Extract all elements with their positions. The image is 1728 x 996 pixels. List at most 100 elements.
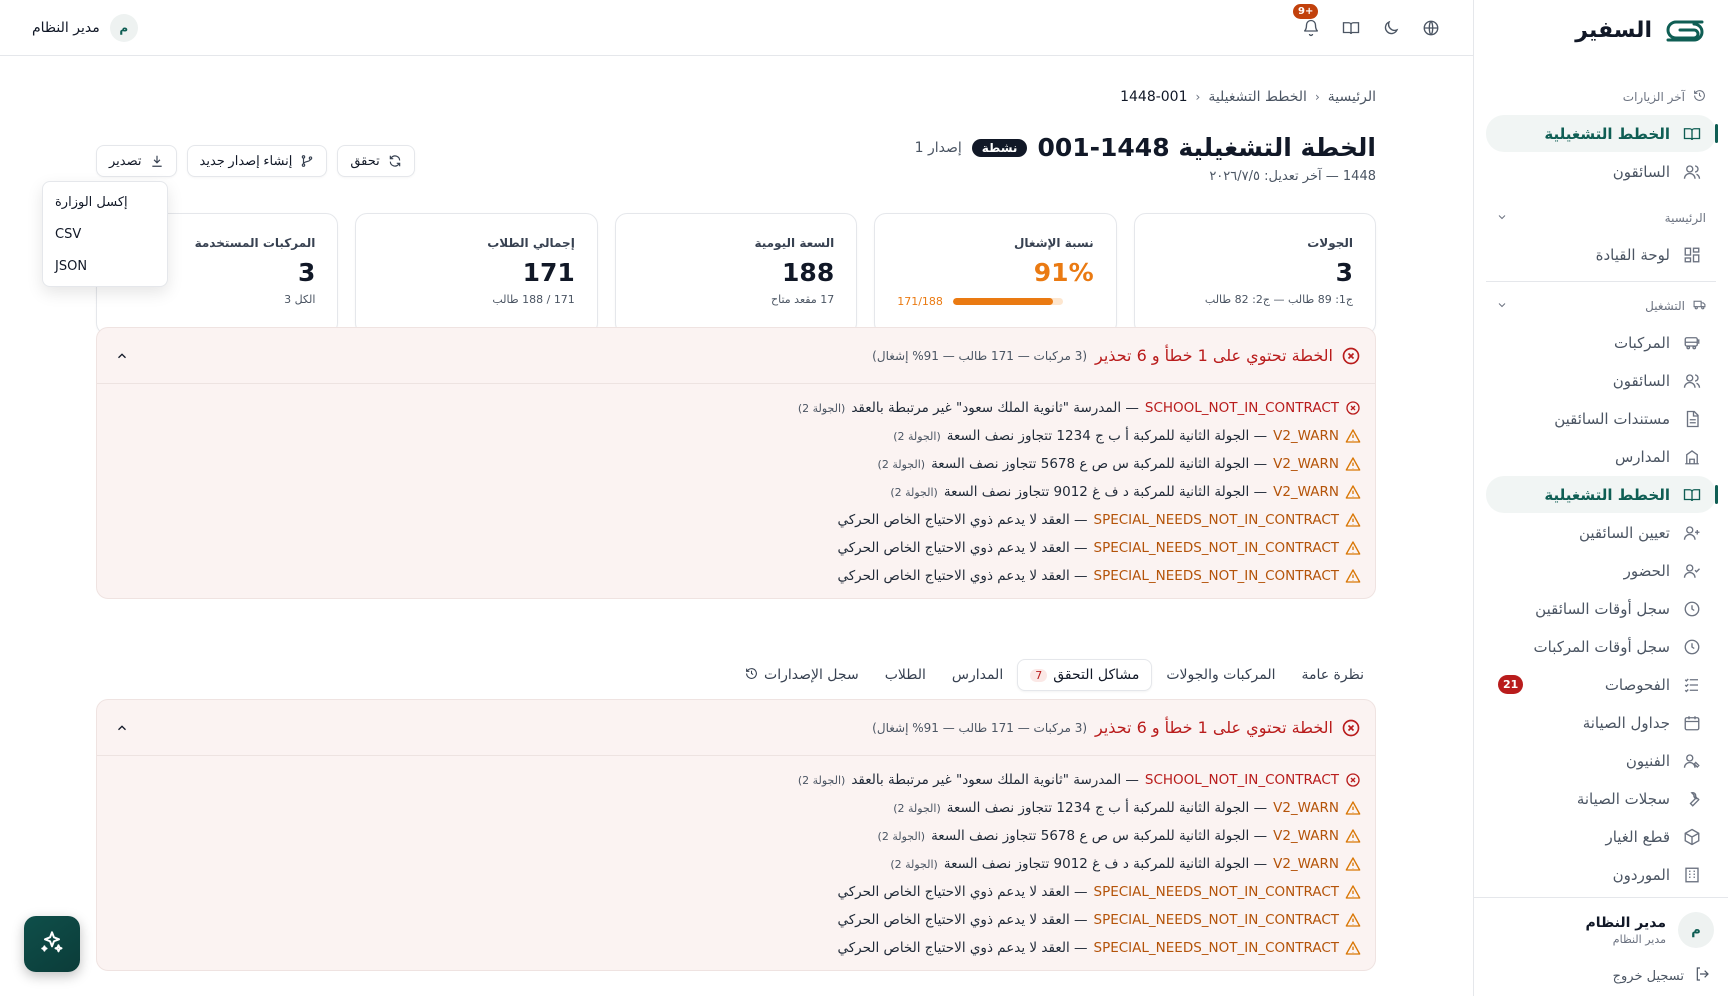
chevron-up-icon[interactable] [115, 349, 129, 363]
sidebar-item-dashboard[interactable]: لوحة القيادة [1486, 236, 1716, 273]
tab-count-badge: 7 [1030, 668, 1048, 682]
logout-button[interactable]: تسجيل خروج [1488, 966, 1714, 986]
main-content: الرئيسية ‹ الخطط التشغيلية ‹ 1448-001 ال… [42, 57, 1377, 996]
issue-code: V2_WARN [1273, 800, 1339, 816]
issue-message: — العقد لا يدعم ذوي الاحتياج الخاص الحرك… [837, 912, 1088, 928]
ai-assistant-button[interactable] [24, 916, 80, 972]
breadcrumb-section[interactable]: الخطط التشغيلية [1208, 89, 1307, 105]
sidebar-item-schools[interactable]: المدارس [1486, 438, 1716, 475]
sidebar-item-label: جداول الصيانة [1582, 713, 1670, 732]
error-circle-icon [1341, 718, 1361, 738]
stat-value: 188 [782, 258, 835, 287]
sidebar-item-operational-plans[interactable]: الخطط التشغيلية [1486, 476, 1718, 513]
issue-code: V2_WARN [1273, 828, 1339, 844]
brand-logo[interactable]: السفير [1474, 0, 1728, 61]
chevron-down-icon [1496, 299, 1508, 314]
branch-icon [300, 154, 314, 168]
bell-icon[interactable]: +9 [1293, 3, 1323, 40]
export-option-ministry-excel[interactable]: إكسل الوزارة [43, 186, 167, 218]
issue-message: — الجولة الثانية للمركبة د ف غ 9012 تتجا… [943, 484, 1268, 500]
sidebar-item-label: الفنيون [1625, 751, 1670, 770]
export-option-json[interactable]: JSON [43, 250, 167, 282]
issue-note: (الجولة 2) [797, 773, 846, 787]
alert-header[interactable]: الخطة تحتوي على 1 خطأ و 6 تحذير (3 مركبات… [97, 700, 1375, 756]
avatar: م [1678, 912, 1714, 948]
tab-version-history[interactable]: سجل الإصدارات [733, 659, 871, 691]
tab-overview[interactable]: نظرة عامة [1289, 659, 1376, 691]
book-open-icon[interactable] [1339, 16, 1363, 40]
sidebar-item-label: الحضور [1623, 561, 1670, 580]
issue-note: (الجولة 2) [877, 457, 926, 471]
sidebar-item-driver-time-log[interactable]: سجل أوقات السائقين [1486, 590, 1716, 627]
list-item: V2_WARN — الجولة الثانية للمركبة أ ب ج 12… [111, 794, 1361, 822]
warning-triangle-icon [1345, 568, 1361, 584]
user-role: مدير النظام [1612, 932, 1666, 946]
warning-triangle-icon [1345, 428, 1361, 444]
validation-alert: الخطة تحتوي على 1 خطأ و 6 تحذير (3 مركبات… [96, 327, 1376, 599]
sidebar-item-label: تعيين السائقين [1578, 523, 1670, 542]
sidebar-item-drivers[interactable]: السائقون [1486, 362, 1716, 399]
user-profile[interactable]: م مدير النظام مدير النظام [1488, 912, 1714, 948]
warning-triangle-icon [1345, 484, 1361, 500]
sidebar-item-label: قطع الغيار [1605, 827, 1670, 846]
sidebar-group-main[interactable]: الرئيسية [1486, 200, 1716, 236]
alert-header[interactable]: الخطة تحتوي على 1 خطأ و 6 تحذير (3 مركبات… [97, 328, 1375, 384]
issue-code: SCHOOL_NOT_IN_CONTRACT [1144, 400, 1339, 416]
page-title: الخطة التشغيلية 1448-001 [1037, 133, 1376, 162]
issue-message: — الجولة الثانية للمركبة د ف غ 9012 تتجا… [943, 856, 1268, 872]
page-actions: تصدير إنشاء إصدار جديد تحقق [96, 145, 415, 177]
version-label: إصدار 1 [914, 139, 962, 156]
sidebar-item-driver-assignment[interactable]: تعيين السائقين [1486, 514, 1716, 551]
chevron-up-icon[interactable] [115, 721, 129, 735]
list-item: SPECIAL_NEEDS_NOT_IN_CONTRACT — العقد لا … [111, 562, 1361, 590]
sidebar-item-maintenance-schedules[interactable]: جداول الصيانة [1486, 704, 1716, 741]
warning-triangle-icon [1345, 856, 1361, 872]
tab-students[interactable]: الطلاب [873, 659, 938, 691]
sidebar-item-suppliers[interactable]: الموردون [1486, 856, 1716, 893]
sidebar-item-recent-drivers[interactable]: السائقون [1486, 153, 1716, 190]
status-badge: نشطة [971, 138, 1028, 157]
page-header: الخطة التشغيلية 1448-001 نشطة إصدار 1 [915, 133, 1376, 162]
new-version-button[interactable]: إنشاء إصدار جديد [186, 145, 328, 177]
download-icon [150, 154, 164, 168]
tab-vehicles-rounds[interactable]: المركبات والجولات [1154, 659, 1287, 691]
sidebar-item-spare-parts[interactable]: قطع الغيار [1486, 818, 1716, 855]
stat-value: 3 [1335, 258, 1354, 287]
issue-code: SCHOOL_NOT_IN_CONTRACT [1144, 772, 1339, 788]
sidebar-item-driver-documents[interactable]: مستندات السائقين [1486, 400, 1716, 437]
sidebar-item-recent-plans[interactable]: الخطط التشغيلية [1486, 115, 1718, 152]
brand-name: السفير [1575, 18, 1652, 43]
alert-title: الخطة تحتوي على 1 خطأ و 6 تحذير (3 مركبات… [872, 718, 1361, 738]
notifications-badge: +9 [1293, 3, 1319, 19]
sidebar-item-inspections[interactable]: الفحوصات 21 [1486, 666, 1716, 703]
issue-message: — الجولة الثانية للمركبة أ ب ج 1234 تتجا… [946, 800, 1268, 816]
sidebar-group-operations[interactable]: التشغيل [1486, 288, 1716, 324]
alert-meta: (3 مركبات — 171 طالب — 91% إشغال) [872, 348, 1088, 363]
dashboard-icon [1682, 245, 1702, 265]
sidebar-item-attendance[interactable]: الحضور [1486, 552, 1716, 589]
top-user-menu[interactable]: م مدير النظام [32, 13, 138, 42]
checklist-icon [1682, 675, 1702, 695]
export-option-csv[interactable]: CSV [43, 218, 167, 250]
list-item: SPECIAL_NEEDS_NOT_IN_CONTRACT — العقد لا … [111, 878, 1361, 906]
export-button[interactable]: تصدير [96, 145, 177, 177]
breadcrumb-home[interactable]: الرئيسية [1328, 89, 1376, 105]
list-item: V2_WARN — الجولة الثانية للمركبة أ ب ج 12… [111, 422, 1361, 450]
breadcrumb: الرئيسية ‹ الخطط التشغيلية ‹ 1448-001 [1120, 89, 1376, 105]
verify-button[interactable]: تحقق [337, 145, 415, 177]
tab-validation-issues[interactable]: مشاكل التحقق 7 [1017, 659, 1153, 691]
inspections-count-badge: 21 [1498, 675, 1524, 694]
sidebar-footer: م مدير النظام مدير النظام تسجيل خروج [1474, 897, 1728, 996]
globe-icon[interactable] [1419, 16, 1443, 40]
document-icon [1682, 409, 1702, 429]
tab-schools[interactable]: المدارس [940, 659, 1015, 691]
top-bar: +9 م مدير النظام [0, 0, 1473, 56]
sidebar-item-vehicle-time-log[interactable]: سجل أوقات المركبات [1486, 628, 1716, 665]
issue-message: — العقد لا يدعم ذوي الاحتياج الخاص الحرك… [837, 540, 1088, 556]
moon-icon[interactable] [1379, 16, 1403, 40]
sidebar-item-maintenance-records[interactable]: سجلات الصيانة [1486, 780, 1716, 817]
sidebar-item-label: الموردون [1612, 865, 1670, 884]
sidebar-item-vehicles[interactable]: المركبات [1486, 324, 1716, 361]
tabs: نظرة عامة المركبات والجولات مشاكل التحقق… [733, 659, 1376, 691]
sidebar-item-technicians[interactable]: الفنيون [1486, 742, 1716, 779]
